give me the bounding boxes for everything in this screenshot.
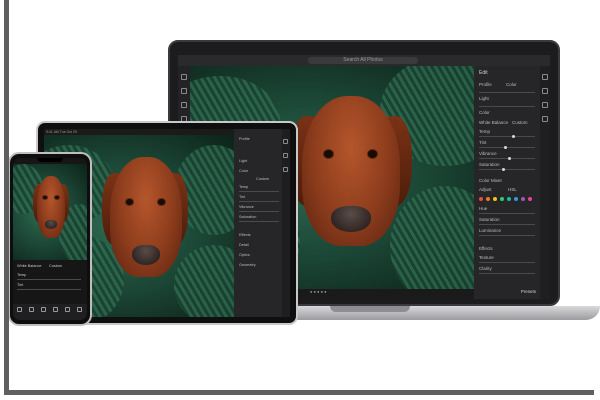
phone-tint-label: Tint xyxy=(17,283,24,287)
frame-bottom-edge xyxy=(4,390,594,395)
tablet-temp-label: Temp xyxy=(239,185,249,189)
tablet-edit-icon[interactable] xyxy=(283,139,288,144)
laptop-topbar: Search All Photos xyxy=(178,55,550,66)
color-swatch[interactable] xyxy=(514,197,518,201)
tablet-status-bar: 9:41 AM Tue Oct 29 xyxy=(46,130,77,134)
search-input[interactable]: Search All Photos xyxy=(308,57,418,64)
presets-button[interactable]: Presets xyxy=(521,289,536,294)
tint-slider[interactable] xyxy=(479,147,535,148)
phone-notch xyxy=(37,158,63,162)
color-mixer-label[interactable]: Color Mixer xyxy=(479,178,502,183)
lum-label: Luminance xyxy=(479,228,502,233)
texture-label: Texture xyxy=(479,255,494,260)
phone-light-icon[interactable] xyxy=(29,307,34,312)
laptop-notch xyxy=(330,306,410,312)
tablet-tint-label: Tint xyxy=(239,195,246,199)
vibrance-label: Vibrance xyxy=(479,151,497,156)
phone-temp-label: Temp xyxy=(17,273,27,277)
phone-color-icon[interactable] xyxy=(41,307,46,312)
tablet-vibrance-label: Vibrance xyxy=(239,205,254,209)
brush-icon[interactable] xyxy=(542,116,548,122)
adjust-label: Adjust xyxy=(479,187,492,192)
tablet-color-section[interactable]: Color xyxy=(239,169,248,173)
adjust-value[interactable]: HSL xyxy=(508,187,517,192)
tablet-optics-section[interactable]: Optics xyxy=(239,253,250,257)
color-swatch[interactable] xyxy=(521,197,525,201)
lum-slider[interactable] xyxy=(479,235,535,236)
phone-wb-value[interactable]: Custom xyxy=(49,264,62,268)
color-swatch[interactable] xyxy=(493,197,497,201)
phone-effects-icon[interactable] xyxy=(53,307,58,312)
color-section[interactable]: Color xyxy=(479,110,490,115)
tablet-crop-icon[interactable] xyxy=(283,153,288,158)
tablet-saturation-slider[interactable] xyxy=(239,221,279,222)
tablet-effects-section[interactable]: Effects xyxy=(239,233,251,237)
tablet-profile-label: Profile xyxy=(239,137,250,141)
photo-icon[interactable] xyxy=(181,88,187,94)
color-swatch[interactable] xyxy=(528,197,532,201)
temp-slider[interactable] xyxy=(479,136,535,137)
tint-label: Tint xyxy=(479,140,487,145)
saturation-slider-knob[interactable] xyxy=(502,168,505,171)
phone-presets-icon[interactable] xyxy=(17,307,22,312)
profile-value[interactable]: Color xyxy=(506,82,517,87)
temp-label: Temp xyxy=(479,129,491,134)
texture-slider[interactable] xyxy=(479,262,535,263)
grid-icon[interactable] xyxy=(181,74,187,80)
stage: Search All Photos ● ● ● ● ● Edit Profile… xyxy=(0,0,600,400)
tablet-tint-slider[interactable] xyxy=(239,201,279,202)
sat-slider[interactable] xyxy=(479,224,535,225)
phone-detail-icon[interactable] xyxy=(65,307,70,312)
light-section[interactable]: Light xyxy=(479,96,489,101)
edit-tab[interactable]: Edit xyxy=(479,70,488,76)
tablet-geometry-section[interactable]: Geometry xyxy=(239,263,256,267)
edit-panel: Edit Profile Color Light Color White Bal… xyxy=(474,66,540,299)
phone-optics-icon[interactable] xyxy=(77,307,82,312)
phone-toolbar xyxy=(13,304,87,320)
edit-icon[interactable] xyxy=(542,74,548,80)
frame-left-edge xyxy=(4,0,9,392)
white-balance-value[interactable]: Custom xyxy=(512,120,528,125)
tablet-heal-icon[interactable] xyxy=(283,167,288,172)
tablet-detail-section[interactable]: Detail xyxy=(239,243,249,247)
clarity-label: Clarity xyxy=(479,266,492,271)
tablet-temp-slider[interactable] xyxy=(239,191,279,192)
profile-label: Profile xyxy=(479,82,492,87)
temp-slider-knob[interactable] xyxy=(512,135,515,138)
tablet-wb-value[interactable]: Custom xyxy=(256,177,269,181)
phone-tint-slider[interactable] xyxy=(17,289,81,290)
clarity-slider[interactable] xyxy=(479,273,535,274)
tablet-light-section[interactable]: Light xyxy=(239,159,247,163)
vibrance-slider-knob[interactable] xyxy=(508,157,511,160)
tablet-saturation-label: Saturation xyxy=(239,215,257,219)
hue-slider[interactable] xyxy=(479,213,535,214)
album-icon[interactable] xyxy=(181,102,187,108)
right-toolbar xyxy=(540,66,550,299)
phone-photo xyxy=(13,164,87,260)
saturation-slider[interactable] xyxy=(479,169,535,170)
phone-wb-label: White Balance xyxy=(17,264,42,268)
tablet-edit-panel: Profile Light Color Custom Temp Tint Vib… xyxy=(234,129,282,317)
hue-label: Hue xyxy=(479,206,488,211)
sat-label: Saturation xyxy=(479,217,500,222)
tablet-right-toolbar xyxy=(282,129,290,317)
phone-temp-slider[interactable] xyxy=(17,279,81,280)
heal-icon[interactable] xyxy=(542,102,548,108)
saturation-label: Saturation xyxy=(479,162,500,167)
white-balance-label: White Balance xyxy=(479,120,509,125)
filmstrip-controls[interactable]: ● ● ● ● ● xyxy=(310,289,370,295)
color-swatch[interactable] xyxy=(507,197,511,201)
phone-screen: White Balance Custom Temp Tint xyxy=(13,158,87,320)
effects-section[interactable]: Effects xyxy=(479,246,493,251)
vibrance-slider[interactable] xyxy=(479,158,535,159)
color-swatch[interactable] xyxy=(486,197,490,201)
crop-icon[interactable] xyxy=(542,88,548,94)
divider xyxy=(479,106,535,107)
tint-slider-knob[interactable] xyxy=(504,146,507,149)
divider xyxy=(479,92,535,93)
tablet-vibrance-slider[interactable] xyxy=(239,211,279,212)
color-swatch[interactable] xyxy=(479,197,483,201)
color-swatch[interactable] xyxy=(500,197,504,201)
